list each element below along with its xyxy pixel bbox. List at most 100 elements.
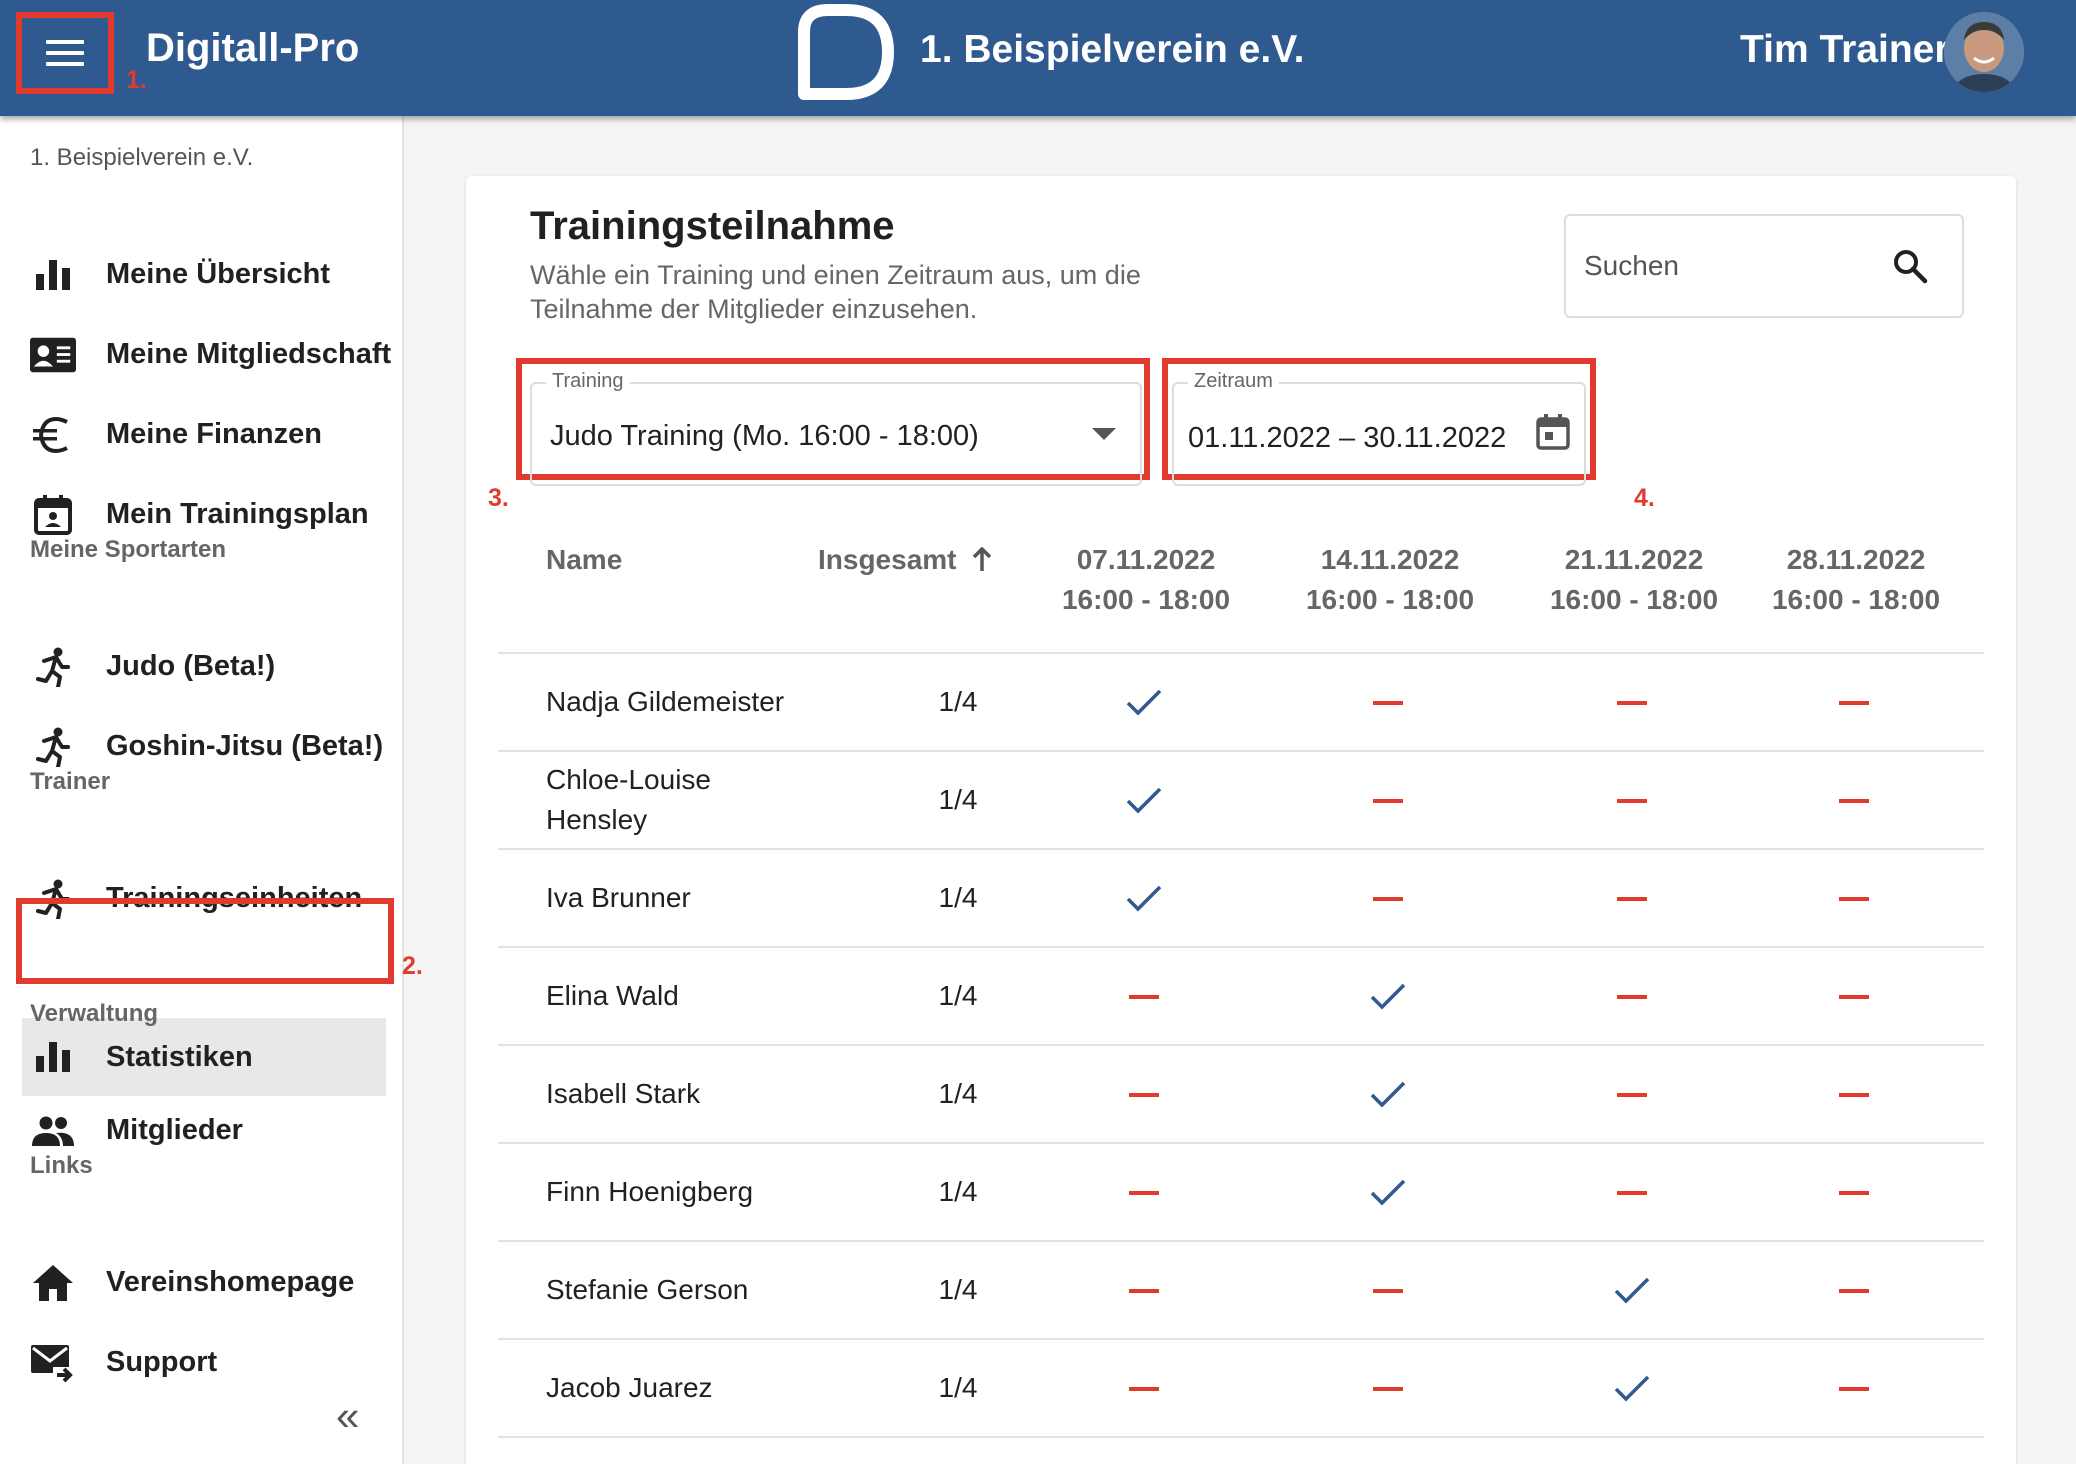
app-bar: 1. Digitall-Pro 1. Beispielverein e.V. T… (0, 0, 2076, 116)
training-select-value: Judo Training (Mo. 16:00 - 18:00) (550, 420, 979, 452)
column-header-name[interactable]: Name (546, 540, 622, 580)
column-header-date: 28.11.2022 16:00 - 18:00 (1746, 540, 1966, 620)
table-row[interactable]: Isabell Stark 1/4 (498, 1044, 1984, 1142)
hamburger-icon (46, 40, 84, 66)
collapse-sidebar-button[interactable]: « (336, 1392, 359, 1440)
absent-dash-icon (1602, 879, 1662, 919)
sidebar-item-label: Meine Übersicht (106, 257, 330, 290)
page-title: Trainingsteilnahme (530, 204, 895, 248)
section-label-links: Links (30, 1152, 93, 1179)
training-select[interactable]: Training Judo Training (Mo. 16:00 - 18:0… (530, 370, 1142, 486)
absent-dash-icon (1358, 1271, 1418, 1311)
sidebar-item-label: Goshin-Jitsu (Beta!) (106, 729, 384, 762)
menu-button[interactable] (16, 12, 114, 94)
table-row[interactable]: Chloe-Louise Hensley 1/4 (498, 750, 1984, 848)
sidebar-item-uebersicht[interactable]: Meine Übersicht (0, 236, 404, 312)
sidebar-item-judo[interactable]: Judo (Beta!) (0, 628, 404, 704)
table-row[interactable]: Finn Hoenigberg 1/4 (498, 1142, 1984, 1240)
sidebar-item-support[interactable]: Support (0, 1324, 404, 1400)
home-icon (30, 1262, 76, 1304)
sidebar-item-mitgliedschaft[interactable]: Meine Mitgliedschaft (0, 316, 404, 392)
absent-dash-icon (1824, 977, 1884, 1017)
member-total: 1/4 (938, 1274, 978, 1305)
table-row[interactable]: Iva Brunner 1/4 (498, 848, 1984, 946)
sidebar-item-finanzen[interactable]: Meine Finanzen (0, 396, 404, 472)
member-name: Elina Wald (546, 980, 679, 1011)
check-icon (1358, 1075, 1418, 1115)
member-total: 1/4 (938, 980, 978, 1011)
annotation-label: 1. (126, 66, 147, 94)
absent-dash-icon (1358, 879, 1418, 919)
column-header-total-label: Insgesamt (818, 544, 957, 575)
absent-dash-icon (1602, 1075, 1662, 1115)
member-name: Isabell Stark (546, 1078, 701, 1109)
member-name: Stefanie Gerson (546, 1274, 749, 1305)
absent-dash-icon (1114, 1369, 1174, 1409)
member-name: Iva Brunner (546, 882, 691, 913)
sidebar-item-statistiken[interactable]: Statistiken (22, 1018, 386, 1096)
club-title: 1. Beispielverein e.V. (920, 28, 1305, 71)
search-icon[interactable] (1892, 248, 1928, 289)
column-header-total[interactable]: Insgesamt (818, 540, 992, 580)
avatar[interactable] (1944, 12, 2024, 92)
period-field-value: 01.11.2022 – 30.11.2022 (1188, 422, 1507, 454)
member-total: 1/4 (938, 882, 978, 913)
table-row[interactable]: Jacob Juarez 1/4 (498, 1338, 1984, 1436)
id-card-icon (30, 334, 76, 376)
absent-dash-icon (1358, 1369, 1418, 1409)
user-name[interactable]: Tim Trainer (1740, 28, 1950, 72)
column-date: 28.11.2022 (1786, 544, 1926, 575)
column-time: 16:00 - 18:00 (1771, 584, 1941, 615)
absent-dash-icon (1602, 683, 1662, 723)
sidebar-item-label: Judo (Beta!) (106, 649, 276, 682)
sidebar: 1. Beispielverein e.V. Meine Übersicht M… (0, 116, 423, 1464)
table-divider (498, 1436, 1984, 1438)
people-icon (30, 1110, 76, 1152)
sidebar-item-vereinshomepage[interactable]: Vereinshomepage (0, 1244, 404, 1320)
table-row[interactable]: Nadja Gildemeister 1/4 (498, 652, 1984, 750)
column-time: 16:00 - 18:00 (1549, 584, 1719, 615)
absent-dash-icon (1824, 781, 1884, 821)
bar-chart-icon (30, 1036, 76, 1078)
member-total: 1/4 (938, 1372, 978, 1403)
sidebar-item-label: Meine Mitgliedschaft (106, 337, 392, 370)
section-label-sports: Meine Sportarten (30, 536, 227, 563)
absent-dash-icon (1114, 977, 1174, 1017)
absent-dash-icon (1358, 683, 1418, 723)
absent-dash-icon (1114, 1075, 1174, 1115)
sidebar-item-label: Mitglieder (106, 1113, 243, 1146)
calendar-person-icon (30, 494, 76, 536)
annotation-label: 2. (402, 952, 423, 980)
absent-dash-icon (1358, 781, 1418, 821)
check-icon (1114, 879, 1174, 919)
sidebar-item-label: Mein Trainingsplan (106, 497, 369, 530)
column-date: 14.11.2022 (1320, 544, 1460, 575)
table-row[interactable]: Elina Wald 1/4 (498, 946, 1984, 1044)
sidebar-item-label: Vereinshomepage (106, 1265, 355, 1298)
absent-dash-icon (1602, 1173, 1662, 1213)
check-icon (1602, 1271, 1662, 1311)
search-field[interactable] (1564, 214, 1964, 318)
sidebar-item-label: Meine Finanzen (106, 417, 322, 450)
attendance-card: Trainingsteilnahme Wähle ein Training un… (466, 176, 2016, 1464)
absent-dash-icon (1824, 879, 1884, 919)
absent-dash-icon (1824, 1271, 1884, 1311)
arrow-up-icon (973, 546, 992, 571)
column-date: 21.11.2022 (1564, 544, 1704, 575)
section-label-admin: Verwaltung (30, 1000, 159, 1027)
absent-dash-icon (1824, 1369, 1884, 1409)
club-logo-icon (798, 4, 894, 100)
period-field[interactable]: Zeitraum 01.11.2022 – 30.11.2022 (1172, 370, 1586, 486)
runner-icon (30, 646, 76, 688)
period-field-label: Zeitraum (1188, 370, 1279, 393)
table-row[interactable]: Stefanie Gerson 1/4 (498, 1240, 1984, 1338)
member-total: 1/4 (938, 1078, 978, 1109)
mail-send-icon (30, 1342, 76, 1384)
search-input[interactable] (1584, 242, 1884, 290)
calendar-icon[interactable] (1536, 414, 1570, 450)
check-icon (1358, 1173, 1418, 1213)
check-icon (1358, 977, 1418, 1017)
member-name: Jacob Juarez (546, 1372, 713, 1403)
member-name: Finn Hoenigberg (546, 1176, 754, 1207)
column-header-date: 21.11.2022 16:00 - 18:00 (1524, 540, 1744, 620)
